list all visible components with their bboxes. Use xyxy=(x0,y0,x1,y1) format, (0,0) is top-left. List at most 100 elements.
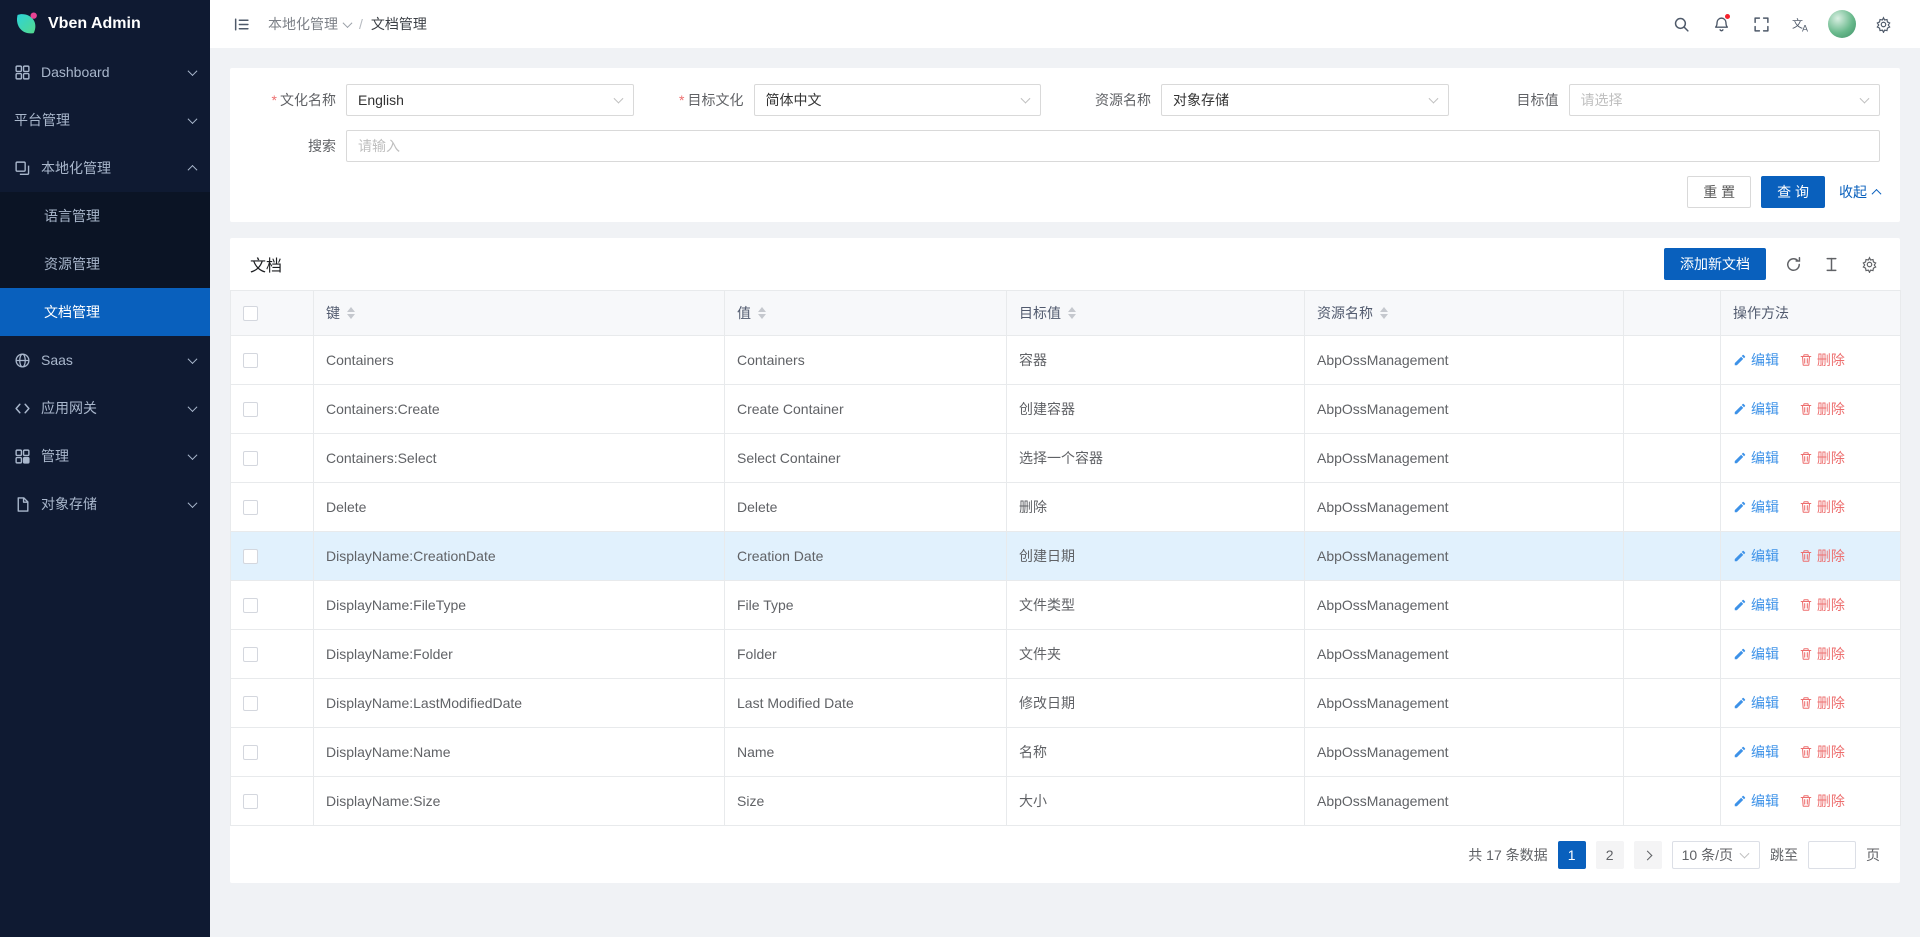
localization-submenu: 语言管理 资源管理 文档管理 xyxy=(0,192,210,336)
row-checkbox[interactable] xyxy=(243,549,258,564)
sidebar-item-platform[interactable]: 平台管理 xyxy=(0,96,210,144)
locale-button[interactable] xyxy=(1784,7,1818,41)
cell-value: Last Modified Date xyxy=(725,679,1007,728)
delete-button[interactable]: 删除 xyxy=(1799,350,1845,370)
edit-button[interactable]: 编辑 xyxy=(1733,693,1779,713)
row-checkbox[interactable] xyxy=(243,353,258,368)
row-height-button[interactable] xyxy=(1820,253,1842,275)
row-checkbox[interactable] xyxy=(243,647,258,662)
cell-key: Containers:Select xyxy=(314,434,725,483)
delete-button[interactable]: 删除 xyxy=(1799,595,1845,615)
column-header-resource[interactable]: 资源名称 xyxy=(1305,291,1624,336)
culture-field: *文化名称 English xyxy=(250,84,658,116)
row-checkbox[interactable] xyxy=(243,794,258,809)
sidebar-item-resource-management[interactable]: 资源管理 xyxy=(0,240,210,288)
select-all-checkbox[interactable] xyxy=(243,306,258,321)
culture-label: 文化名称 xyxy=(280,92,336,108)
table-row: DisplayName:Folder Folder 文件夹 AbpOssMana… xyxy=(231,630,1901,679)
sidebar-item-dashboard[interactable]: Dashboard xyxy=(0,48,210,96)
column-header-value[interactable]: 值 xyxy=(725,291,1007,336)
delete-button[interactable]: 删除 xyxy=(1799,742,1845,762)
cell-resource: AbpOssManagement xyxy=(1305,434,1624,483)
delete-button[interactable]: 删除 xyxy=(1799,497,1845,517)
reset-button[interactable]: 重 置 xyxy=(1687,176,1751,208)
collapse-button[interactable]: 收起 xyxy=(1839,182,1880,202)
page-jump-input[interactable] xyxy=(1808,841,1856,869)
edit-icon xyxy=(1733,402,1747,416)
fullscreen-button[interactable] xyxy=(1744,7,1778,41)
sidebar-item-gateway[interactable]: 应用网关 xyxy=(0,384,210,432)
settings-button[interactable] xyxy=(1866,7,1900,41)
column-header-target[interactable]: 目标值 xyxy=(1007,291,1305,336)
page-button-2[interactable]: 2 xyxy=(1596,841,1624,869)
delete-button[interactable]: 删除 xyxy=(1799,448,1845,468)
breadcrumb-parent[interactable]: 本地化管理 xyxy=(268,14,351,34)
object-storage-icon xyxy=(14,496,31,513)
cell-key: DisplayName:LastModifiedDate xyxy=(314,679,725,728)
query-button[interactable]: 查 询 xyxy=(1761,176,1825,208)
edit-button[interactable]: 编辑 xyxy=(1733,399,1779,419)
sidebar-item-localization[interactable]: 本地化管理 xyxy=(0,144,210,192)
edit-button[interactable]: 编辑 xyxy=(1733,350,1779,370)
edit-button[interactable]: 编辑 xyxy=(1733,791,1779,811)
delete-button[interactable]: 删除 xyxy=(1799,791,1845,811)
app-logo[interactable]: Vben Admin xyxy=(0,0,210,48)
row-checkbox[interactable] xyxy=(243,745,258,760)
edit-button[interactable]: 编辑 xyxy=(1733,448,1779,468)
cell-target: 选择一个容器 xyxy=(1007,434,1305,483)
delete-button[interactable]: 删除 xyxy=(1799,693,1845,713)
trash-icon xyxy=(1799,696,1813,710)
cell-resource: AbpOssManagement xyxy=(1305,630,1624,679)
sort-icon xyxy=(347,307,355,319)
culture-select[interactable]: English xyxy=(346,84,634,116)
main-area: 本地化管理 / 文档管理 xyxy=(210,0,1920,937)
target-value-select[interactable]: 请选择 xyxy=(1569,84,1881,116)
trash-icon xyxy=(1799,598,1813,612)
sidebar-item-document-management[interactable]: 文档管理 xyxy=(0,288,210,336)
cell-key: DisplayName:CreationDate xyxy=(314,532,725,581)
search-button[interactable] xyxy=(1664,7,1698,41)
cell-target: 创建日期 xyxy=(1007,532,1305,581)
delete-button[interactable]: 删除 xyxy=(1799,399,1845,419)
cell-target: 修改日期 xyxy=(1007,679,1305,728)
target-culture-select[interactable]: 简体中文 xyxy=(754,84,1042,116)
column-header-key[interactable]: 键 xyxy=(314,291,725,336)
chevron-down-icon xyxy=(613,94,623,104)
sidebar-item-object-storage[interactable]: 对象存储 xyxy=(0,480,210,528)
page-size-select[interactable]: 10 条/页 xyxy=(1672,841,1760,869)
table-row: DisplayName:FileType File Type 文件类型 AbpO… xyxy=(231,581,1901,630)
row-checkbox[interactable] xyxy=(243,696,258,711)
management-icon xyxy=(14,448,31,465)
row-checkbox[interactable] xyxy=(243,451,258,466)
page-button-1[interactable]: 1 xyxy=(1558,841,1586,869)
sidebar-item-language-management[interactable]: 语言管理 xyxy=(0,192,210,240)
edit-button[interactable]: 编辑 xyxy=(1733,644,1779,664)
required-asterisk: * xyxy=(679,92,684,108)
delete-button[interactable]: 删除 xyxy=(1799,546,1845,566)
edit-button[interactable]: 编辑 xyxy=(1733,546,1779,566)
resource-select[interactable]: 对象存储 xyxy=(1161,84,1449,116)
user-avatar[interactable] xyxy=(1828,10,1856,38)
row-checkbox[interactable] xyxy=(243,402,258,417)
jump-suffix-label: 页 xyxy=(1866,845,1880,865)
cell-resource: AbpOssManagement xyxy=(1305,777,1624,826)
sidebar-item-management[interactable]: 管理 xyxy=(0,432,210,480)
sidebar-item-saas[interactable]: Saas xyxy=(0,336,210,384)
row-checkbox[interactable] xyxy=(243,598,258,613)
localization-icon xyxy=(14,160,31,177)
next-page-button[interactable] xyxy=(1634,841,1662,869)
notification-button[interactable] xyxy=(1704,7,1738,41)
add-document-button[interactable]: 添加新文档 xyxy=(1664,248,1766,280)
refresh-button[interactable] xyxy=(1782,253,1804,275)
menu-fold-button[interactable] xyxy=(224,7,258,41)
cell-target: 大小 xyxy=(1007,777,1305,826)
edit-button[interactable]: 编辑 xyxy=(1733,595,1779,615)
edit-button[interactable]: 编辑 xyxy=(1733,497,1779,517)
search-input[interactable] xyxy=(346,130,1880,162)
row-checkbox[interactable] xyxy=(243,500,258,515)
delete-button[interactable]: 删除 xyxy=(1799,644,1845,664)
column-settings-button[interactable] xyxy=(1858,253,1880,275)
cell-value: Create Container xyxy=(725,385,1007,434)
edit-button[interactable]: 编辑 xyxy=(1733,742,1779,762)
table-row: Containers:Create Create Container 创建容器 … xyxy=(231,385,1901,434)
